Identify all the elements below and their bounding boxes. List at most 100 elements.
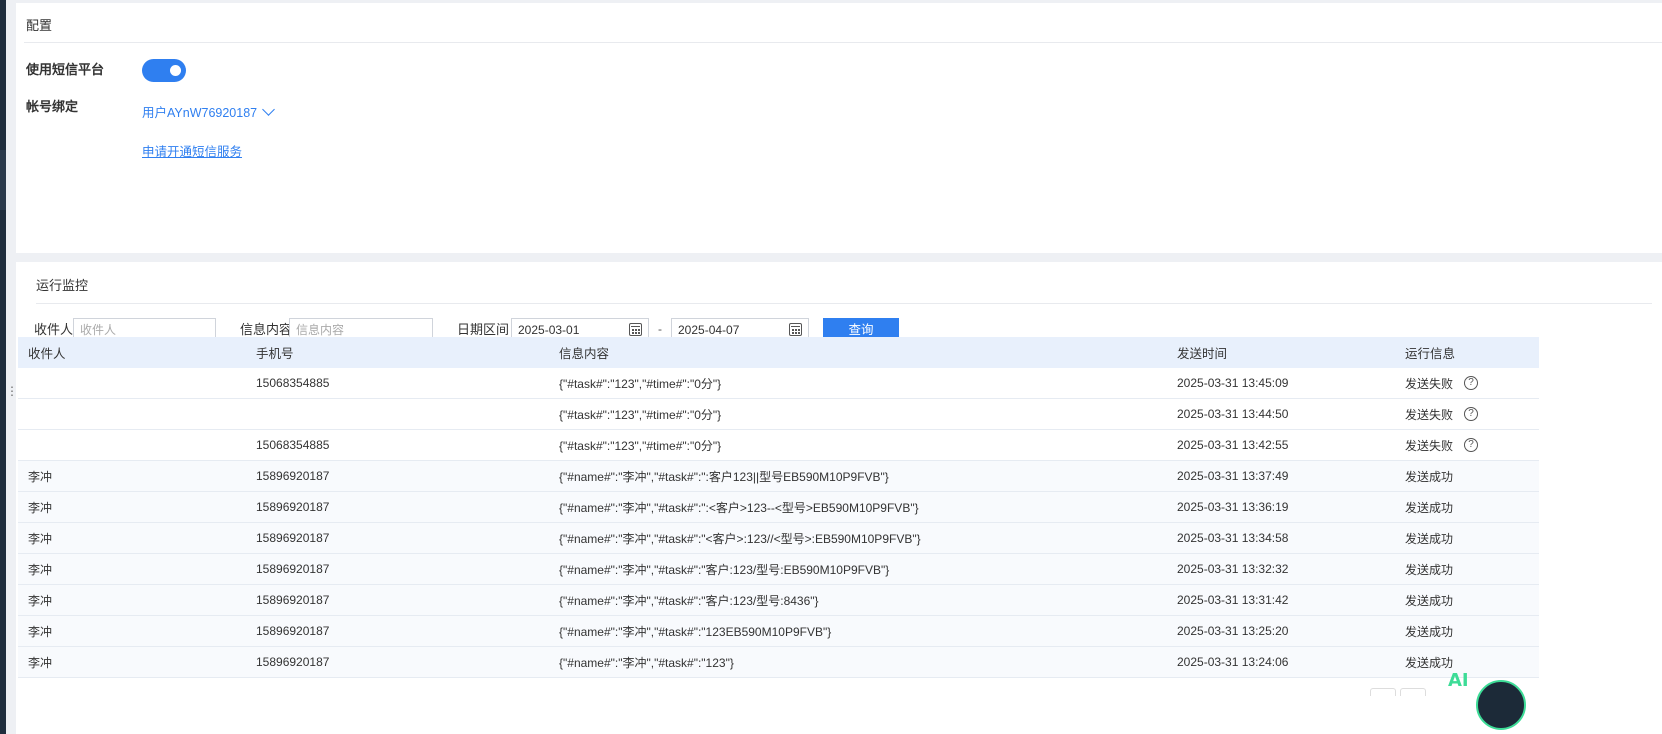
col-header-content[interactable]: 信息内容 (549, 343, 1167, 362)
table-body: 15068354885 {"#task#":"123","#time#":"0分"… (18, 368, 1539, 678)
account-binding-label: 帐号绑定 (26, 99, 79, 114)
cell-run-info: 发送成功 (1395, 654, 1539, 671)
table-row[interactable]: {"#task#":"123","#time#":"0分"} 2025-03-31… (18, 399, 1539, 430)
col-header-phone[interactable]: 手机号 (246, 343, 549, 362)
cell-content: {"#task#":"123","#time#":"0分"} (559, 407, 722, 422)
cell-send-time: 2025-03-31 13:34:58 (1177, 531, 1289, 545)
message-log-table: 收件人 手机号 信息内容 发送时间 运行信息 15068354885 {"#tas… (18, 337, 1539, 678)
help-icon[interactable]: ? (1464, 376, 1479, 390)
table-row[interactable]: 15068354885 {"#task#":"123","#time#":"0分"… (18, 368, 1539, 399)
side-nav-strip (0, 0, 6, 734)
cell-phone: 15896920187 (256, 655, 330, 669)
status-text: 发送成功 (1405, 624, 1454, 639)
table-header: 收件人 手机号 信息内容 发送时间 运行信息 (18, 337, 1539, 368)
table-row[interactable]: 李冲 15896920187 {"#name#":"李冲","#task#":"12… (18, 616, 1539, 647)
cell-phone: 15896920187 (256, 562, 330, 576)
divider (36, 303, 1652, 304)
date-separator: - (658, 322, 662, 336)
status-text: 发送成功 (1405, 562, 1454, 577)
cell-run-info: 发送成功 (1395, 561, 1539, 578)
drag-handle-icon[interactable]: ⋮⋮ (6, 382, 30, 400)
pagination-button[interactable] (1400, 688, 1426, 696)
status-text: 发送成功 (1405, 655, 1454, 670)
table-row[interactable]: 李冲 15896920187 {"#name#":"李冲","#task#":":<… (18, 492, 1539, 523)
status-text: 发送成功 (1405, 593, 1454, 608)
cell-content: {"#name#":"李冲","#task#":"客户:123/型号:EB590… (559, 562, 890, 577)
cell-send-time: 2025-03-31 13:24:06 (1177, 655, 1289, 669)
apply-sms-service-link[interactable]: 申请开通短信服务 (142, 141, 242, 160)
ai-badge[interactable]: AI (1448, 670, 1469, 691)
cell-phone: 15896920187 (256, 469, 330, 483)
cell-run-info: 发送成功 (1395, 592, 1539, 609)
cell-run-info: 发送成功 (1395, 530, 1539, 547)
config-panel: 配置 使用短信平台 帐号绑定 用户AYnW76920187 申请开通短信服务 (16, 3, 1662, 253)
table-row[interactable]: 李冲 15896920187 {"#name#":"李冲","#task#":"12… (18, 647, 1539, 678)
status-text: 发送失败 (1405, 407, 1454, 422)
side-nav-mark (0, 150, 6, 210)
cell-run-info: 发送失败? (1395, 406, 1539, 423)
cell-recipient: 李冲 (28, 562, 53, 577)
status-text: 发送失败 (1405, 438, 1454, 453)
calendar-icon[interactable] (629, 323, 642, 336)
cell-run-info: 发送失败? (1395, 437, 1539, 454)
cell-phone: 15068354885 (256, 438, 330, 452)
cell-content: {"#name#":"李冲","#task#":"客户:123/型号:8436"… (559, 593, 819, 608)
cell-send-time: 2025-03-31 13:31:42 (1177, 593, 1289, 607)
cell-send-time: 2025-03-31 13:32:32 (1177, 562, 1289, 576)
date-end-value: 2025-04-07 (678, 323, 740, 337)
cell-phone: 15896920187 (256, 500, 330, 514)
monitor-title: 运行监控 (36, 278, 89, 293)
status-text: 发送成功 (1405, 469, 1454, 484)
cell-send-time: 2025-03-31 13:25:20 (1177, 624, 1289, 638)
cell-content: {"#name#":"李冲","#task#":"123"} (559, 655, 734, 670)
cell-phone: 15896920187 (256, 531, 330, 545)
cell-recipient: 李冲 (28, 469, 53, 484)
cell-recipient: 李冲 (28, 531, 53, 546)
cell-content: {"#name#":"李冲","#task#":":客户123||型号EB590… (559, 469, 889, 484)
status-text: 发送失败 (1405, 376, 1454, 391)
cell-content: {"#task#":"123","#time#":"0分"} (559, 438, 722, 453)
divider (24, 42, 1662, 43)
col-header-run-info[interactable]: 运行信息 (1395, 343, 1539, 362)
calendar-icon[interactable] (789, 323, 802, 336)
cell-recipient: 李冲 (28, 655, 53, 670)
help-icon[interactable]: ? (1464, 438, 1479, 452)
cell-recipient: 李冲 (28, 624, 53, 639)
cell-phone: 15896920187 (256, 624, 330, 638)
sms-platform-toggle[interactable] (142, 59, 186, 82)
toggle-knob (170, 65, 181, 76)
status-text: 发送成功 (1405, 531, 1454, 546)
col-header-send-time[interactable]: 发送时间 (1167, 343, 1395, 362)
table-row[interactable]: 15068354885 {"#task#":"123","#time#":"0分"… (18, 430, 1539, 461)
sms-platform-label: 使用短信平台 (26, 62, 105, 77)
config-title: 配置 (26, 18, 53, 33)
date-start-value: 2025-03-01 (518, 323, 580, 337)
cell-recipient: 李冲 (28, 593, 53, 608)
cell-run-info: 发送成功 (1395, 623, 1539, 640)
cell-content: {"#name#":"李冲","#task#":"<客户>:123//<型号>:… (559, 531, 921, 546)
table-row[interactable]: 李冲 15896920187 {"#name#":"李冲","#task#":":客… (18, 461, 1539, 492)
chevron-down-icon (262, 102, 275, 116)
cell-recipient: 李冲 (28, 500, 53, 515)
cell-content: {"#task#":"123","#time#":"0分"} (559, 376, 722, 391)
cell-send-time: 2025-03-31 13:42:55 (1177, 438, 1289, 452)
cell-run-info: 发送成功 (1395, 499, 1539, 516)
cell-phone: 15068354885 (256, 376, 330, 390)
status-text: 发送成功 (1405, 500, 1454, 515)
cell-run-info: 发送成功 (1395, 468, 1539, 485)
table-row[interactable]: 李冲 15896920187 {"#name#":"李冲","#task#":"<客… (18, 523, 1539, 554)
col-header-recipient[interactable]: 收件人 (18, 343, 246, 362)
cell-run-info: 发送失败? (1395, 375, 1539, 392)
table-row[interactable]: 李冲 15896920187 {"#name#":"李冲","#task#":"客户… (18, 585, 1539, 616)
pagination-button[interactable] (1370, 688, 1396, 696)
table-row[interactable]: 李冲 15896920187 {"#name#":"李冲","#task#":"客户… (18, 554, 1539, 585)
cell-content: {"#name#":"李冲","#task#":":<客户>123--<型号>E… (559, 500, 919, 515)
cell-content: {"#name#":"李冲","#task#":"123EB590M10P9FV… (559, 624, 832, 639)
account-select[interactable]: 用户AYnW76920187 (142, 102, 275, 121)
cell-send-time: 2025-03-31 13:44:50 (1177, 407, 1289, 421)
account-value: 用户AYnW76920187 (142, 106, 258, 120)
ai-assistant-button[interactable] (1476, 680, 1526, 730)
help-icon[interactable]: ? (1464, 407, 1479, 421)
cell-phone: 15896920187 (256, 593, 330, 607)
cell-send-time: 2025-03-31 13:37:49 (1177, 469, 1289, 483)
